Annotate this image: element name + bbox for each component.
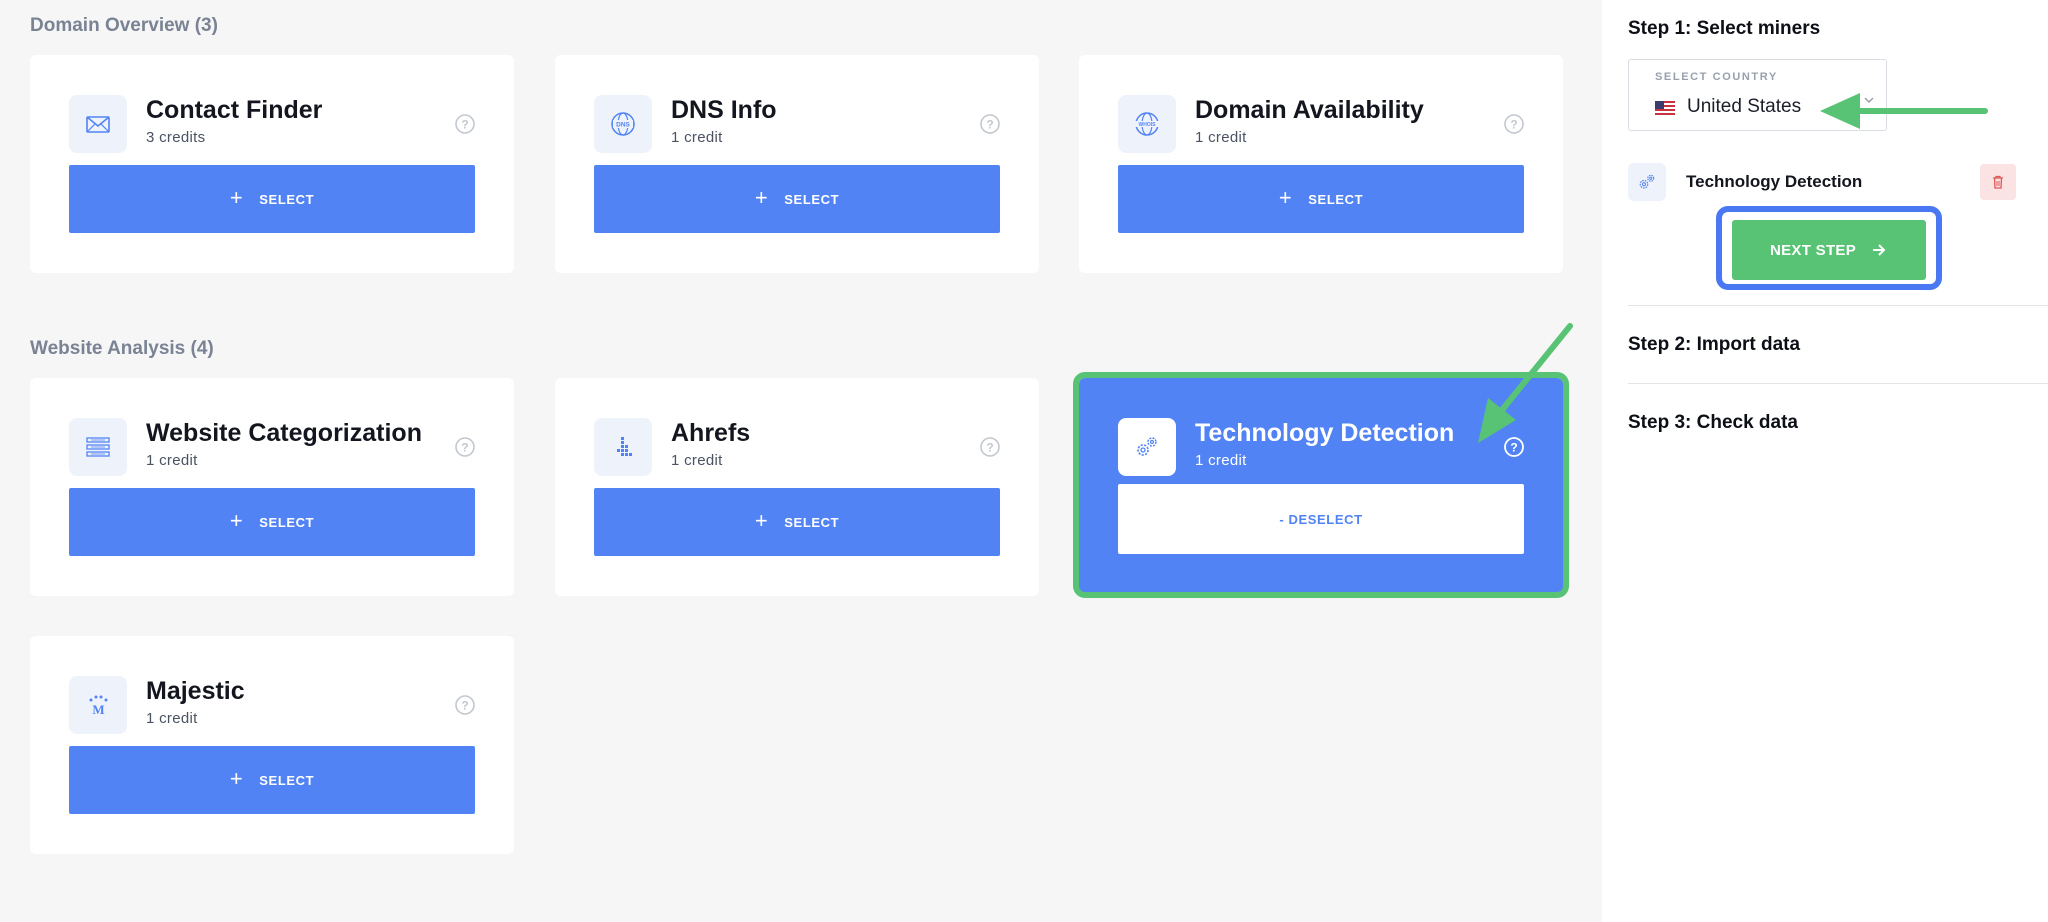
svg-text:WHOIS: WHOIS — [1139, 122, 1157, 128]
miner-credits: 1 credit — [146, 452, 198, 469]
svg-text:DNS: DNS — [616, 122, 630, 129]
miner-credits: 1 credit — [1195, 129, 1247, 146]
miner-name: Ahrefs — [671, 419, 751, 447]
steps-sidebar: Step 1: Select miners SELECT COUNTRY Uni… — [1602, 0, 2048, 922]
select-button[interactable]: + SELECT — [69, 746, 475, 814]
step-1-title: Step 1: Select miners — [1628, 18, 1821, 39]
svg-text:?: ? — [986, 441, 993, 455]
miner-name: Majestic — [146, 677, 245, 705]
select-button[interactable]: + SELECT — [594, 488, 1000, 556]
plus-icon: + — [754, 508, 769, 533]
svg-text:?: ? — [1510, 118, 1517, 132]
miner-credits: 1 credit — [671, 452, 723, 469]
help-icon[interactable]: ? — [979, 436, 1001, 458]
help-icon[interactable]: ? — [454, 113, 476, 135]
miner-name: Domain Availability — [1195, 96, 1424, 124]
categories-list-icon — [69, 418, 127, 476]
help-icon[interactable]: ? — [454, 694, 476, 716]
remove-miner-button[interactable] — [1980, 164, 2016, 200]
country-select[interactable]: SELECT COUNTRY United States — [1628, 59, 1887, 131]
plus-icon: + — [229, 185, 244, 210]
dns-globe-icon: DNS — [594, 95, 652, 153]
miners-panel: Domain Overview (3) Contact Finder 3 cre… — [0, 0, 1602, 922]
plus-icon: + — [1278, 185, 1293, 210]
step-divider — [1628, 305, 2048, 306]
plus-icon: + — [229, 766, 244, 791]
country-select-label: SELECT COUNTRY — [1655, 71, 1778, 83]
gears-icon — [1628, 163, 1666, 201]
help-icon[interactable]: ? — [979, 113, 1001, 135]
next-step-button[interactable]: NEXT STEP — [1732, 220, 1926, 280]
miner-card-dns-info: DNS DNS Info 1 credit ? + SELECT — [555, 55, 1039, 273]
step-2-title: Step 2: Import data — [1628, 334, 1801, 355]
svg-text:?: ? — [986, 118, 993, 132]
envelope-icon — [69, 95, 127, 153]
svg-text:?: ? — [461, 118, 468, 132]
whois-globe-icon: WHOIS — [1118, 95, 1176, 153]
miner-credits: 3 credits — [146, 129, 206, 146]
svg-text:M: M — [92, 702, 104, 717]
chevron-down-icon — [1864, 97, 1874, 104]
svg-text:?: ? — [461, 699, 468, 713]
selected-miner-name: Technology Detection — [1686, 172, 1863, 191]
miner-card-majestic: M Majestic 1 credit ? + SELECT — [30, 636, 514, 854]
us-flag-icon — [1655, 101, 1675, 115]
miner-card-ahrefs: Ahrefs 1 credit ? + SELECT — [555, 378, 1039, 596]
plus-icon: + — [754, 185, 769, 210]
select-button[interactable]: + SELECT — [1118, 165, 1524, 233]
miner-name: Website Categorization — [146, 419, 422, 447]
section-title-website-analysis: Website Analysis (4) — [30, 338, 214, 359]
select-button-label: SELECT — [259, 514, 315, 530]
help-icon[interactable]: ? — [454, 436, 476, 458]
country-select-value: United States — [1687, 96, 1802, 117]
miner-name: DNS Info — [671, 96, 777, 124]
miner-card-contact-finder: Contact Finder 3 credits ? + SELECT — [30, 55, 514, 273]
next-step-label: NEXT STEP — [1769, 241, 1857, 259]
arrow-right-icon — [1873, 244, 1886, 256]
majestic-logo-icon: M — [69, 676, 127, 734]
miner-name: Contact Finder — [146, 96, 323, 124]
select-button-label: SELECT — [259, 772, 315, 788]
select-button[interactable]: + SELECT — [594, 165, 1000, 233]
trash-icon — [1993, 175, 2003, 189]
select-button[interactable]: + SELECT — [69, 165, 475, 233]
miner-card-website-categorization: Website Categorization 1 credit ? + SELEC… — [30, 378, 514, 596]
plus-icon: + — [229, 508, 244, 533]
miner-credits: 1 credit — [146, 710, 198, 727]
miner-card-domain-availability: WHOIS Domain Availability 1 credit ? + SE… — [1079, 55, 1563, 273]
select-button-label: SELECT — [784, 191, 840, 207]
section-title-domain-overview: Domain Overview (3) — [30, 15, 218, 36]
help-icon[interactable]: ? — [1503, 113, 1525, 135]
select-button-label: SELECT — [1308, 191, 1364, 207]
selected-card-highlight — [1073, 372, 1569, 598]
select-button-label: SELECT — [259, 191, 315, 207]
select-button-label: SELECT — [784, 514, 840, 530]
miner-credits: 1 credit — [671, 129, 723, 146]
step-3-title: Step 3: Check data — [1628, 412, 1798, 433]
ahrefs-logo-icon — [594, 418, 652, 476]
select-button[interactable]: + SELECT — [69, 488, 475, 556]
step-divider — [1628, 383, 2048, 384]
svg-text:?: ? — [461, 441, 468, 455]
